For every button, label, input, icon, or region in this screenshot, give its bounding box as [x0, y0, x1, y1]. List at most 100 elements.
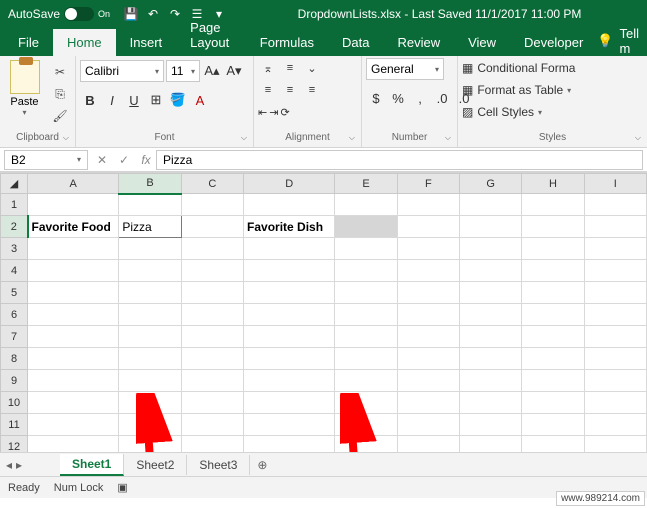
cell-A4[interactable] [28, 260, 119, 282]
cell-E7[interactable] [335, 326, 397, 348]
cell-G6[interactable] [460, 304, 522, 326]
autosave-toggle[interactable]: AutoSave On [0, 7, 118, 21]
increase-decimal-button[interactable]: .0 [432, 88, 452, 108]
align-center-button[interactable]: ≡ [280, 80, 300, 100]
save-icon[interactable]: 💾 [122, 5, 140, 23]
cell-C4[interactable] [181, 260, 243, 282]
cell-G3[interactable] [460, 238, 522, 260]
col-header-G[interactable]: G [460, 174, 522, 194]
cell-D11[interactable] [244, 414, 335, 436]
row-header[interactable]: 1 [1, 194, 28, 216]
cell-D9[interactable] [244, 370, 335, 392]
cell-I10[interactable] [584, 392, 646, 414]
cell-E12[interactable] [335, 436, 397, 453]
cell-H2[interactable] [522, 216, 584, 238]
cell-D12[interactable] [244, 436, 335, 453]
cell-C1[interactable] [181, 194, 243, 216]
cell-H5[interactable] [522, 282, 584, 304]
tab-review[interactable]: Review [383, 29, 454, 56]
cell-D4[interactable] [244, 260, 335, 282]
tab-home[interactable]: Home [53, 29, 116, 56]
decrease-font-button[interactable]: A▾ [224, 61, 244, 81]
row-header[interactable]: 2 [1, 216, 28, 238]
cell-G11[interactable] [460, 414, 522, 436]
macro-record-icon[interactable]: ▣ [117, 481, 127, 494]
new-sheet-button[interactable]: ⊕ [250, 458, 274, 472]
tab-file[interactable]: File [4, 29, 53, 56]
select-all-button[interactable]: ◢ [1, 174, 28, 194]
cell-C10[interactable] [181, 392, 243, 414]
tab-developer[interactable]: Developer [510, 29, 597, 56]
percent-format-button[interactable]: % [388, 88, 408, 108]
cell-C11[interactable] [181, 414, 243, 436]
cell-F9[interactable] [397, 370, 459, 392]
format-as-table-button[interactable]: ▦Format as Table ▾ [462, 80, 575, 100]
cell-F12[interactable] [397, 436, 459, 453]
cell-B6[interactable] [119, 304, 181, 326]
col-header-F[interactable]: F [397, 174, 459, 194]
align-top-button[interactable]: ⌅ [258, 58, 278, 78]
sheet-tab-2[interactable]: Sheet2 [124, 455, 187, 475]
cell-E10[interactable] [335, 392, 397, 414]
sheet-nav-next-icon[interactable]: ▸ [16, 458, 22, 472]
col-header-A[interactable]: A [28, 174, 119, 194]
cell-D10[interactable] [244, 392, 335, 414]
cell-C3[interactable] [181, 238, 243, 260]
cell-H12[interactable] [522, 436, 584, 453]
cell-I8[interactable] [584, 348, 646, 370]
cell-H8[interactable] [522, 348, 584, 370]
sheet-nav-prev-icon[interactable]: ◂ [6, 458, 12, 472]
cell-C2[interactable] [181, 216, 243, 238]
cell-H1[interactable] [522, 194, 584, 216]
cell-F2[interactable] [397, 216, 459, 238]
cell-I12[interactable] [584, 436, 646, 453]
font-size-select[interactable]: 11▾ [166, 60, 200, 82]
cell-A3[interactable] [28, 238, 119, 260]
font-color-button[interactable]: A [190, 90, 210, 110]
cell-B11[interactable] [119, 414, 181, 436]
fill-color-button[interactable]: 🪣 [168, 90, 188, 110]
cell-H10[interactable] [522, 392, 584, 414]
cell-B10[interactable] [119, 392, 181, 414]
cell-E1[interactable] [335, 194, 397, 216]
cell-H3[interactable] [522, 238, 584, 260]
cell-C6[interactable] [181, 304, 243, 326]
row-header[interactable]: 5 [1, 282, 28, 304]
row-header[interactable]: 12 [1, 436, 28, 453]
orientation-button[interactable]: ⟳ [280, 106, 289, 119]
tab-insert[interactable]: Insert [116, 29, 177, 56]
row-header[interactable]: 10 [1, 392, 28, 414]
cell-F10[interactable] [397, 392, 459, 414]
tab-page-layout[interactable]: Page Layout [176, 14, 246, 56]
cell-I5[interactable] [584, 282, 646, 304]
decrease-indent-button[interactable]: ⇤ [258, 106, 267, 119]
cell-I1[interactable] [584, 194, 646, 216]
cell-F11[interactable] [397, 414, 459, 436]
paste-button[interactable]: Paste ▾ [4, 58, 45, 117]
copy-button[interactable]: ⎘ [49, 84, 71, 104]
cell-E4[interactable] [335, 260, 397, 282]
cut-button[interactable]: ✂ [49, 62, 71, 82]
cell-E5[interactable] [335, 282, 397, 304]
cell-B2[interactable]: Pizza▾ [119, 216, 181, 238]
cell-G5[interactable] [460, 282, 522, 304]
cell-D7[interactable] [244, 326, 335, 348]
cell-A8[interactable] [28, 348, 119, 370]
cell-I3[interactable] [584, 238, 646, 260]
bold-button[interactable]: B [80, 90, 100, 110]
cell-F8[interactable] [397, 348, 459, 370]
cell-E8[interactable] [335, 348, 397, 370]
tab-formulas[interactable]: Formulas [246, 29, 328, 56]
cell-G1[interactable] [460, 194, 522, 216]
col-header-B[interactable]: B [119, 174, 181, 194]
cell-D1[interactable] [244, 194, 335, 216]
conditional-formatting-button[interactable]: ▦Conditional Forma [462, 58, 575, 78]
cell-E11[interactable] [335, 414, 397, 436]
cell-A9[interactable] [28, 370, 119, 392]
cell-I6[interactable] [584, 304, 646, 326]
cell-I4[interactable] [584, 260, 646, 282]
cell-I9[interactable] [584, 370, 646, 392]
cell-I2[interactable] [584, 216, 646, 238]
align-left-button[interactable]: ≡ [258, 80, 278, 100]
spreadsheet-grid[interactable]: ◢ A B C D E F G H I 12Favorite FoodPizza… [0, 172, 647, 452]
